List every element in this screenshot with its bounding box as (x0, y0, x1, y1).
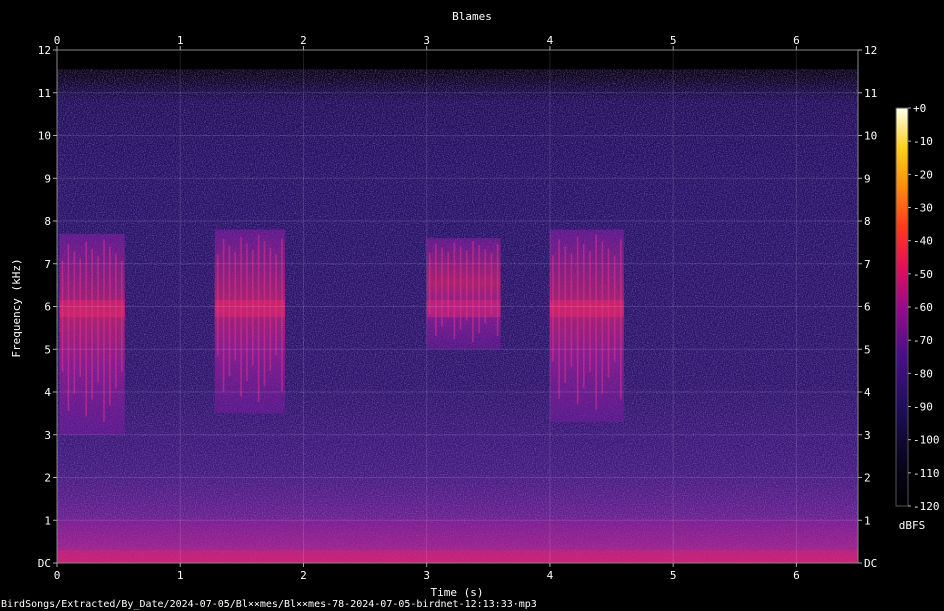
y-tick-label: 8 (864, 215, 871, 228)
x-tick-label: 0 (54, 569, 61, 582)
y-tick-label: 5 (864, 343, 871, 356)
y-tick-label: 2 (864, 472, 871, 485)
x-axis-label: Time (s) (431, 586, 484, 599)
colorbar-tick-label: -90 (913, 401, 933, 414)
y-tick-label: 6 (44, 301, 51, 314)
colorbar-tick-label: -80 (913, 367, 933, 380)
y-tick-label: 2 (44, 472, 51, 485)
y-tick-label: 3 (864, 429, 871, 442)
y-tick-label: 4 (44, 386, 51, 399)
y-axis-label: Frequency (kHz) (10, 258, 23, 357)
x-tick-label: 3 (423, 569, 430, 582)
y-tick-label: 10 (38, 130, 51, 143)
colorbar-tick-label: -110 (913, 467, 940, 480)
y-tick-label: 12 (864, 44, 877, 57)
x-tick-label: 5 (670, 34, 677, 47)
call-body (549, 229, 624, 422)
y-tick-label: 9 (864, 172, 871, 185)
file-path: BirdSongs/Extracted/By_Date/2024-07-05/B… (1, 599, 537, 610)
x-axis-bottom: 0 1 2 3 4 5 6 (54, 563, 800, 582)
y-tick-label: DC (38, 557, 51, 570)
y-tick-label: 9 (44, 172, 51, 185)
chart-title: Blames (452, 10, 492, 23)
call-peak-band (549, 300, 624, 318)
x-tick-label: 4 (547, 569, 554, 582)
spectrogram-chart: Blames 0123456 0123456 DC123456789101112… (10, 10, 940, 599)
y-tick-label: 3 (44, 429, 51, 442)
x-tick-label: 2 (300, 569, 307, 582)
y-tick-label: 6 (864, 301, 871, 314)
colorbar-tick-label: -60 (913, 301, 933, 314)
call-peak-band (426, 300, 501, 318)
colorbar-tick-label: -120 (913, 500, 940, 513)
y-tick-label: DC (864, 557, 877, 570)
y-axis-left: DC123456789101112 (38, 44, 57, 570)
bird-call-3 (426, 238, 501, 350)
x-tick-label: 4 (547, 34, 554, 47)
x-tick-label: 6 (793, 34, 800, 47)
colorbar-tick-label: -30 (913, 202, 933, 215)
y-tick-label: 5 (44, 343, 51, 356)
x-tick-label: 5 (670, 569, 677, 582)
call-body (426, 238, 501, 350)
x-tick-label: 1 (177, 34, 184, 47)
y-tick-label: 11 (38, 87, 51, 100)
colorbar-ticks: +0 -10 -20 -30 -40 -50 -60 -70 -80 -90 -100 -110 -12… (908, 102, 940, 513)
y-tick-label: 1 (864, 514, 871, 527)
y-tick-label: 1 (44, 514, 51, 527)
colorbar-tick-label: -70 (913, 334, 933, 347)
y-tick-label: 7 (864, 258, 871, 271)
colorbar-tick-label: -100 (913, 434, 940, 447)
y-tick-label: 10 (864, 130, 877, 143)
y-tick-label: 8 (44, 215, 51, 228)
x-tick-label: 0 (54, 34, 61, 47)
colorbar (895, 107, 909, 507)
y-tick-label: 7 (44, 258, 51, 271)
colorbar-tick-label: -50 (913, 268, 933, 281)
colorbar-tick-label: -20 (913, 168, 933, 181)
x-axis-top: 0 1 2 3 4 5 6 (54, 34, 800, 50)
y-tick-label: 11 (864, 87, 877, 100)
low-frequency-band (57, 520, 858, 551)
x-tick-label: 1 (177, 569, 184, 582)
colorbar-tick-label: -40 (913, 235, 933, 248)
y-tick-label: 4 (864, 386, 871, 399)
colorbar-tick-label: +0 (913, 102, 926, 115)
bird-call-4 (549, 229, 624, 422)
colorbar-tick-label: -10 (913, 135, 933, 148)
y-axis-right: DC123456789101112 (858, 44, 877, 570)
x-tick-label: 3 (423, 34, 430, 47)
x-tick-label: 6 (793, 569, 800, 582)
silence-band (57, 50, 858, 70)
call-peak-band (59, 300, 125, 318)
x-tick-label: 2 (300, 34, 307, 47)
plot-area (57, 50, 858, 563)
low-frequency-band (57, 550, 858, 563)
colorbar-label: dBFS (899, 519, 926, 532)
bird-call-2 (214, 229, 285, 414)
call-body (214, 229, 285, 414)
y-tick-label: 12 (38, 44, 51, 57)
call-peak-band (214, 300, 285, 318)
